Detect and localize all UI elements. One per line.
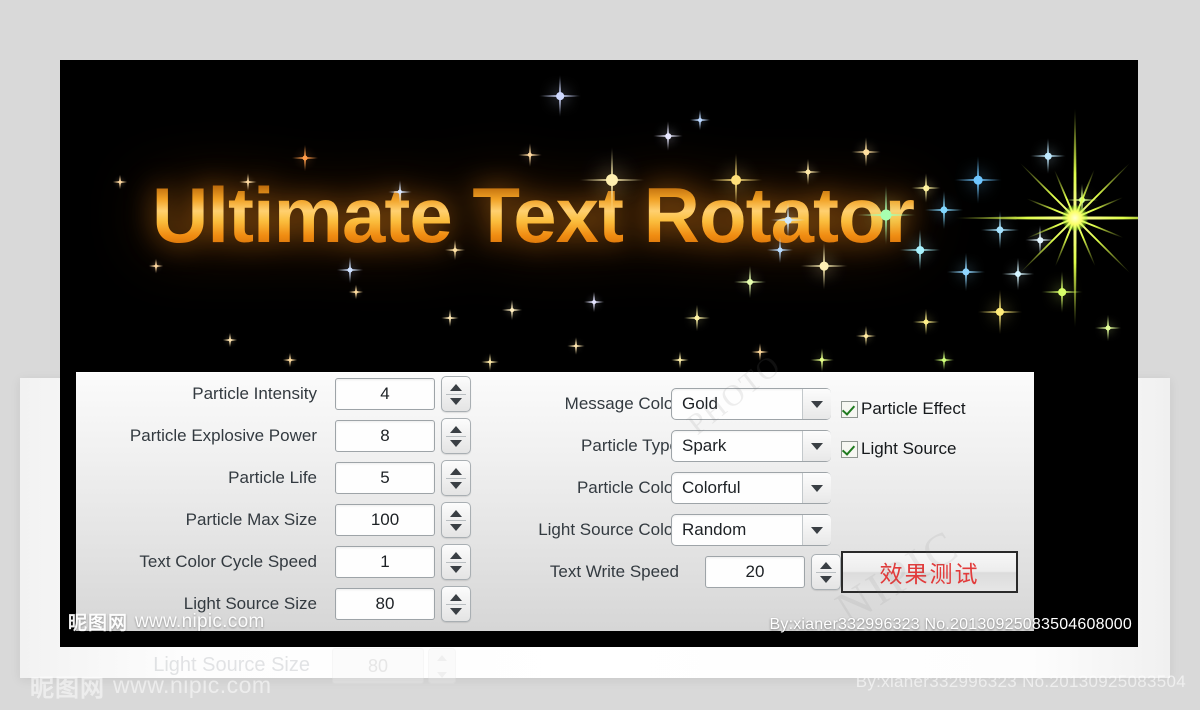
input-light-source-size[interactable]: 80	[335, 588, 435, 620]
setting-label: Particle Explosive Power	[129, 426, 317, 445]
checkmark-icon[interactable]	[841, 400, 858, 418]
ghost-credit-text: By:xianer332996323 No.20130925083504	[855, 672, 1186, 691]
setting-label: Particle Max Size	[185, 510, 317, 529]
credit-text: By:xianer332996323 No.201309250835046080…	[769, 616, 1132, 633]
spinner-particle-explosive-power[interactable]	[441, 418, 471, 454]
ghost-watermark-logo: 昵图网	[30, 674, 105, 702]
spinner-divider	[446, 435, 466, 437]
ghost-watermark: 昵图网 www.nipic.com	[30, 668, 272, 703]
input-text-write-speed[interactable]: 20	[705, 556, 805, 588]
spinner-particle-life[interactable]	[441, 460, 471, 496]
setting-label: Message Color	[564, 394, 679, 413]
input-particle-explosive-power[interactable]: 8	[335, 420, 435, 452]
spinner-down-icon[interactable]	[450, 565, 462, 573]
setting-row-particle-max-size: Particle Max Size 100	[76, 499, 471, 541]
chevron-glyph	[811, 526, 823, 534]
spinner-up-icon[interactable]	[450, 425, 462, 433]
setting-row-light-source-color: Light Source Color Random	[471, 509, 841, 551]
ghost-spinner-down-icon	[437, 671, 447, 678]
ghost-value-field: 80	[332, 648, 424, 684]
input-particle-intensity[interactable]: 4	[335, 378, 435, 410]
setting-row-particle-type: Particle Type Spark	[471, 425, 841, 467]
input-text-color-cycle-speed[interactable]: 1	[335, 546, 435, 578]
chevron-down-icon[interactable]	[802, 389, 831, 419]
spinner-up-icon[interactable]	[450, 551, 462, 559]
setting-label: Text Color Cycle Speed	[139, 552, 317, 571]
spinner-particle-intensity[interactable]	[441, 376, 471, 412]
setting-label: Particle Type	[581, 436, 679, 455]
preview-stage: Ultimate Text Rotator	[60, 60, 1138, 372]
spinner-up-icon[interactable]	[450, 509, 462, 517]
setting-label: Text Write Speed	[549, 562, 679, 581]
settings-panel: Particle Intensity 4 Particle Explosive Po…	[76, 372, 1034, 631]
spinner-up-icon[interactable]	[450, 467, 462, 475]
settings-column-middle: Message Color Gold Particle Type Spark Parti…	[471, 373, 841, 593]
spinner-divider	[816, 571, 836, 573]
application-window: Ultimate Text Rotator Particle Intensity…	[60, 60, 1138, 647]
setting-label: Particle Color	[576, 478, 679, 497]
spinner-down-icon[interactable]	[820, 575, 832, 583]
spinner-divider	[446, 603, 466, 605]
chevron-down-icon[interactable]	[802, 473, 831, 503]
spinner-up-icon[interactable]	[820, 561, 832, 569]
setting-row-message-color: Message Color Gold	[471, 383, 841, 425]
settings-column-right: Particle Effect Light Source 效果测试	[841, 373, 1034, 593]
spinner-divider	[446, 393, 466, 395]
spinner-down-icon[interactable]	[450, 397, 462, 405]
chevron-glyph	[811, 442, 823, 450]
nipic-url-text: www.nipic.com	[135, 610, 265, 632]
setting-row-particle-explosive-power: Particle Explosive Power 8	[76, 415, 471, 457]
effect-test-button[interactable]: 效果测试	[841, 551, 1018, 593]
chevron-glyph	[811, 484, 823, 492]
chevron-glyph	[811, 400, 823, 408]
checkbox-label: Particle Effect	[861, 399, 966, 418]
checkbox-label: Light Source	[861, 439, 957, 458]
spinner-light-source-size[interactable]	[441, 586, 471, 622]
input-particle-life[interactable]: 5	[335, 462, 435, 494]
nipic-watermark: 昵图网 www.nipic.com	[68, 608, 265, 635]
spinner-down-icon[interactable]	[450, 607, 462, 615]
spinner-divider	[446, 477, 466, 479]
spinner-down-icon[interactable]	[450, 481, 462, 489]
setting-label: Particle Intensity	[192, 384, 317, 403]
page-title: Ultimate Text Rotator	[152, 171, 915, 259]
chevron-down-icon[interactable]	[802, 515, 831, 545]
setting-row-particle-life: Particle Life 5	[76, 457, 471, 499]
spinner-down-icon[interactable]	[450, 523, 462, 531]
setting-label: Particle Life	[228, 468, 317, 487]
spinner-particle-max-size[interactable]	[441, 502, 471, 538]
setting-row-particle-color: Particle Color Colorful	[471, 467, 841, 509]
setting-label: Light Source Color	[538, 520, 679, 539]
spinner-up-icon[interactable]	[450, 593, 462, 601]
spinner-up-icon[interactable]	[450, 383, 462, 391]
input-particle-max-size[interactable]: 100	[335, 504, 435, 536]
spinner-down-icon[interactable]	[450, 439, 462, 447]
ghost-watermark-url: www.nipic.com	[113, 672, 272, 698]
spinner-text-write-speed[interactable]	[811, 554, 841, 590]
chevron-down-icon[interactable]	[802, 431, 831, 461]
setting-row-text-write-speed: Text Write Speed 20	[471, 551, 841, 593]
settings-column-left: Particle Intensity 4 Particle Explosive Po…	[76, 373, 471, 625]
ghost-spinner-up-icon	[437, 654, 447, 661]
setting-row-text-color-cycle-speed: Text Color Cycle Speed 1	[76, 541, 471, 583]
nipic-logo-text: 昵图网	[68, 612, 129, 634]
spinner-divider	[446, 561, 466, 563]
spinner-text-color-cycle-speed[interactable]	[441, 544, 471, 580]
setting-row-particle-intensity: Particle Intensity 4	[76, 373, 471, 415]
ghost-spinner	[428, 648, 456, 684]
checkbox-particle-effect[interactable]: Particle Effect	[841, 389, 1034, 429]
checkmark-icon[interactable]	[841, 440, 858, 458]
spinner-divider	[446, 519, 466, 521]
checkbox-light-source[interactable]: Light Source	[841, 429, 1034, 469]
